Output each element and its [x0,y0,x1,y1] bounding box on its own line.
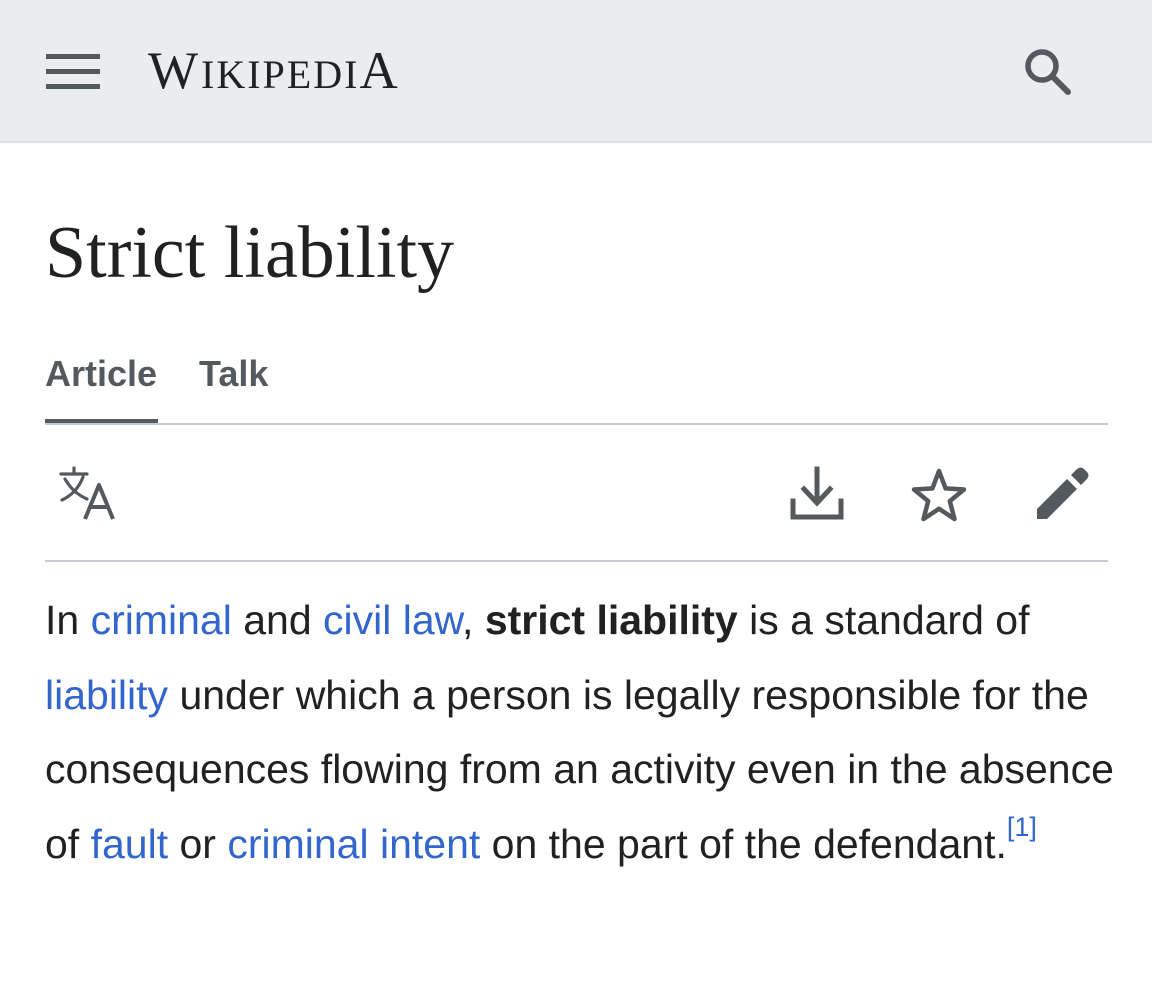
search-button[interactable] [1008,36,1084,106]
text-run: In [45,597,91,643]
article-content: In criminal and civil law, strict liabil… [45,583,1120,881]
text-run: and [231,597,324,643]
wordmark-middle: IKIPEDI [201,52,360,97]
wikipedia-wordmark[interactable]: WIKIPEDIA [148,36,401,106]
bold-term: strict liability [484,597,738,643]
main-menu-button[interactable] [34,36,112,106]
download-button[interactable] [783,463,847,527]
text-run: , [462,597,485,643]
link-criminal-intent[interactable]: criminal intent [227,821,480,867]
link-civil-law[interactable]: civil law [323,597,462,643]
edit-icon [1037,467,1089,519]
star-icon [911,468,967,522]
tab-article[interactable]: Article [45,343,158,423]
text-run: on the part of the defendant. [480,820,1007,867]
page-tabs: Article Talk [45,343,1108,425]
reference-link[interactable]: [1] [1007,812,1037,842]
edit-button[interactable] [1029,461,1093,525]
page-title: Strict liability [45,212,455,294]
watch-star-button[interactable] [907,463,971,527]
language-icon [59,466,115,520]
wordmark-final: A [359,42,401,100]
page-actions-toolbar [45,425,1108,562]
language-button[interactable] [57,465,121,529]
tab-talk[interactable]: Talk [199,343,268,423]
link-fault[interactable]: fault [91,821,169,867]
link-liability[interactable]: liability [45,672,168,718]
download-icon [790,466,844,520]
lead-paragraph: In criminal and civil law, strict liabil… [45,583,1120,881]
text-run: or [168,820,228,867]
top-header: WIKIPEDIA [0,0,1152,143]
wordmark-initial: W [148,42,202,100]
link-criminal[interactable]: criminal [91,597,232,643]
search-icon [1025,49,1071,95]
hamburger-menu-icon [46,54,100,89]
text-run: is a standard of [737,597,1030,643]
